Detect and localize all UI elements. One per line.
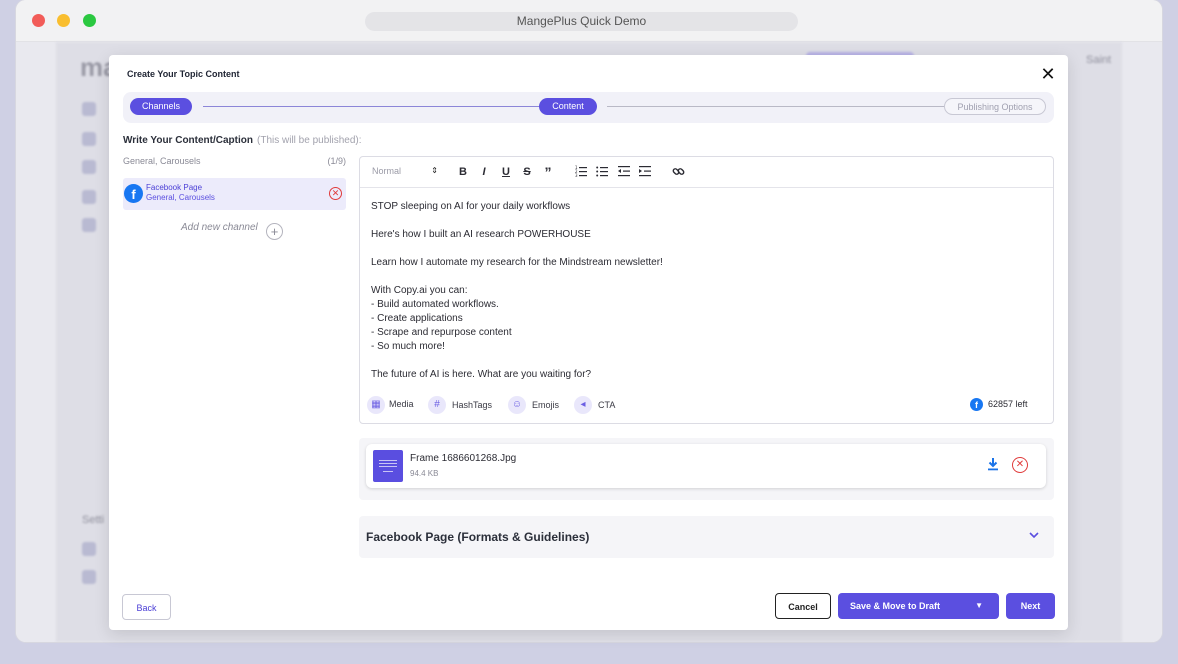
modal-title: Create Your Topic Content <box>127 69 240 79</box>
add-channel-link[interactable]: Add new channel <box>181 222 258 233</box>
facebook-icon: f <box>970 398 983 411</box>
background-nav-item <box>82 102 96 116</box>
content-line: - Build automated workflows. <box>371 299 499 310</box>
hashtags-button[interactable]: HashTags <box>452 400 492 410</box>
emoji-icon[interactable]: ☺ <box>508 396 526 414</box>
content-label-hint: (This will be published): <box>257 135 362 146</box>
close-icon[interactable]: ✕ <box>1039 65 1057 83</box>
content-label-text: Write Your Content/Caption <box>123 135 253 146</box>
media-button[interactable]: Media <box>389 399 414 409</box>
link-icon[interactable] <box>671 165 685 179</box>
chevron-down-icon <box>1028 530 1040 542</box>
file-size: 94.4 KB <box>410 469 439 478</box>
content-line: - Create applications <box>371 313 463 324</box>
characters-left: 62857 left <box>988 399 1028 409</box>
select-caret-icon: ⇕ <box>431 166 438 175</box>
bold-icon[interactable]: B <box>456 165 470 179</box>
content-line: Here's how I built an AI research POWERH… <box>371 229 591 240</box>
save-draft-button[interactable]: Save & Move to Draft ▼ <box>838 593 999 619</box>
background-nav-item <box>82 190 96 204</box>
dropdown-caret-icon[interactable]: ▼ <box>975 593 983 619</box>
content-label: Write Your Content/Caption (This will be … <box>123 135 362 146</box>
underline-icon[interactable]: U <box>499 165 513 179</box>
thumbnail-text-line <box>383 471 393 472</box>
background-user-label: Saint <box>1086 54 1112 66</box>
content-line: - Scrape and repurpose content <box>371 327 512 338</box>
italic-icon[interactable]: I <box>477 165 491 179</box>
indent-icon[interactable] <box>638 165 652 179</box>
quote-icon[interactable]: ” <box>541 165 555 179</box>
guidelines-title: Facebook Page (Formats & Guidelines) <box>366 530 590 544</box>
outdent-icon[interactable] <box>617 165 631 179</box>
format-select-value: Normal <box>372 166 402 176</box>
media-attachments: Frame 1686601268.Jpg 94.4 KB ✕ <box>359 438 1054 500</box>
step-channels[interactable]: Channels <box>130 98 192 115</box>
cancel-button[interactable]: Cancel <box>775 593 831 619</box>
window-title: MangePlus Quick Demo <box>365 12 798 31</box>
svg-text:3: 3 <box>575 173 578 177</box>
next-button[interactable]: Next <box>1006 593 1055 619</box>
background-nav-item <box>82 218 96 232</box>
channel-name: Facebook Page <box>146 183 203 192</box>
content-line <box>371 270 663 284</box>
thumbnail-text-line <box>379 460 397 461</box>
progress-stepper: Channels Content Publishing Options <box>123 92 1054 123</box>
content-editor: Normal ⇕ B I U S ” 123 STOP sleeping on … <box>359 156 1054 424</box>
guidelines-accordion[interactable]: Facebook Page (Formats & Guidelines) <box>359 516 1054 558</box>
strikethrough-icon[interactable]: S <box>520 165 534 179</box>
background-nav-item <box>82 132 96 146</box>
editor-footer: ▦ Media # HashTags ☺ Emojis ◂ CTA f 6285… <box>366 396 1047 416</box>
step-publishing-options[interactable]: Publishing Options <box>944 98 1046 115</box>
background-settings-label: Setti <box>82 514 105 526</box>
content-line: With Copy.ai you can: <box>371 285 468 296</box>
close-window-button[interactable] <box>32 14 45 27</box>
file-name: Frame 1686601268.Jpg <box>410 453 517 464</box>
media-file-card: Frame 1686601268.Jpg 94.4 KB ✕ <box>366 444 1046 488</box>
channel-group: General, Carousels (1/9) <box>123 156 346 166</box>
bullet-list-icon[interactable] <box>595 165 609 179</box>
download-icon[interactable] <box>985 457 1001 473</box>
editor-toolbar: Normal ⇕ B I U S ” 123 <box>360 157 1053 188</box>
content-line <box>371 354 663 368</box>
background-nav-item <box>82 160 96 174</box>
cta-button[interactable]: CTA <box>598 400 615 410</box>
back-button[interactable]: Back <box>122 594 171 620</box>
ordered-list-icon[interactable]: 123 <box>574 165 588 179</box>
megaphone-icon[interactable]: ◂ <box>574 396 592 414</box>
step-content[interactable]: Content <box>539 98 597 115</box>
channel-item-facebook-page[interactable]: f Facebook Page General, Carousels ✕ <box>123 178 346 210</box>
hashtag-icon[interactable]: # <box>428 396 446 414</box>
format-select[interactable]: Normal ⇕ <box>372 166 438 176</box>
content-line <box>371 242 663 256</box>
content-line: - So much more! <box>371 341 445 352</box>
thumbnail-text-line <box>379 466 397 467</box>
minimize-window-button[interactable] <box>57 14 70 27</box>
remove-channel-icon[interactable]: ✕ <box>329 187 342 200</box>
content-line: Learn how I automate my research for the… <box>371 257 663 268</box>
facebook-icon: f <box>124 184 143 203</box>
emojis-button[interactable]: Emojis <box>532 400 559 410</box>
step-connector <box>203 106 553 107</box>
background-nav-item <box>82 570 96 584</box>
step-connector <box>607 106 959 107</box>
create-topic-modal: Create Your Topic Content ✕ Channels Con… <box>109 55 1068 630</box>
background-nav-item <box>82 542 96 556</box>
channel-group-count: (1/9) <box>327 156 346 166</box>
editor-text-area[interactable]: STOP sleeping on AI for your daily workf… <box>371 200 663 382</box>
channel-group-label: General, Carousels <box>123 156 201 166</box>
content-line <box>371 214 663 228</box>
content-line: The future of AI is here. What are you w… <box>371 369 592 380</box>
maximize-window-button[interactable] <box>83 14 96 27</box>
save-draft-label: Save & Move to Draft <box>850 601 941 611</box>
thumbnail-text-line <box>379 463 397 464</box>
file-thumbnail <box>373 450 403 482</box>
media-icon[interactable]: ▦ <box>367 396 385 414</box>
channel-subtitle: General, Carousels <box>146 193 215 202</box>
title-bar: MangePlus Quick Demo <box>16 0 1162 42</box>
remove-file-icon[interactable]: ✕ <box>1012 457 1028 473</box>
content-line: STOP sleeping on AI for your daily workf… <box>371 201 571 212</box>
add-channel-icon[interactable]: + <box>266 223 283 240</box>
